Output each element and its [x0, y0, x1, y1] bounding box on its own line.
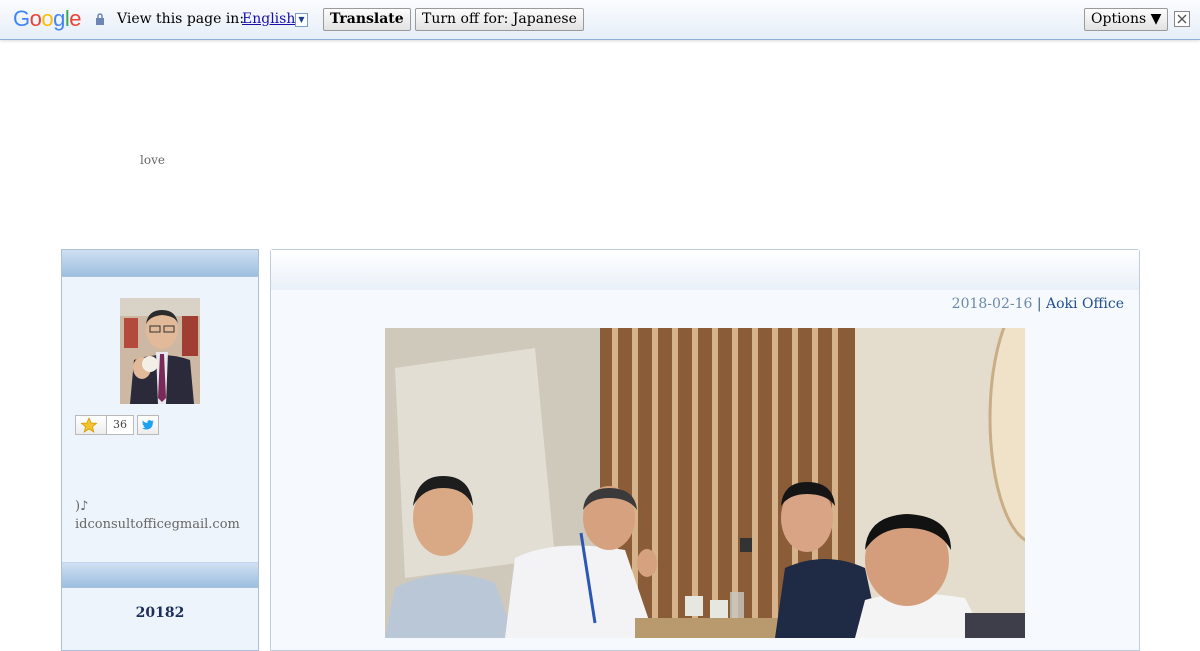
language-dropdown-icon[interactable]: ▼ — [295, 13, 308, 27]
avatar[interactable] — [120, 298, 200, 404]
twitter-icon — [142, 420, 154, 430]
view-page-label: View this page in: — [117, 11, 245, 27]
post-header — [271, 250, 1139, 290]
language-link[interactable]: English — [242, 11, 295, 27]
sidebar-email: idconsultofficegmail.com — [75, 517, 240, 532]
options-button[interactable]: Options ▼ — [1084, 8, 1169, 31]
star-button[interactable] — [75, 415, 106, 435]
rating-count: 36 — [106, 415, 134, 435]
lock-icon — [96, 13, 104, 25]
meta-separator: | — [1036, 296, 1042, 312]
google-logo: Google — [13, 6, 82, 31]
sidebar-note-line1: )♪ — [75, 499, 89, 514]
post-date[interactable]: 2018-02-16 — [952, 296, 1033, 312]
post-author-link[interactable]: Aoki Office — [1046, 296, 1124, 312]
calendar-title: 20182 — [135, 605, 185, 621]
site-tagline: love — [140, 153, 165, 167]
close-icon[interactable] — [1174, 11, 1190, 27]
post-meta: 2018-02-16 | Aoki Office — [952, 296, 1124, 312]
star-icon — [80, 417, 98, 433]
post-panel: 2018-02-16 | Aoki Office — [270, 249, 1140, 651]
twitter-button[interactable] — [137, 415, 159, 435]
sidebar-contact: )♪ idconsultofficegmail.com — [75, 498, 240, 534]
sidebar: 36 )♪ idconsultofficegmail.com 20182 — [61, 249, 259, 651]
translate-bar: Google View this page in: English ▼ Tran… — [0, 0, 1200, 40]
turn-off-button[interactable]: Turn off for: Japanese — [415, 8, 584, 31]
restaurant-group-photo — [385, 328, 1025, 638]
translate-button[interactable]: Translate — [323, 8, 411, 31]
sidebar-header-calendar — [62, 562, 258, 588]
post-photo[interactable] — [385, 328, 1025, 638]
sidebar-header — [62, 250, 258, 277]
